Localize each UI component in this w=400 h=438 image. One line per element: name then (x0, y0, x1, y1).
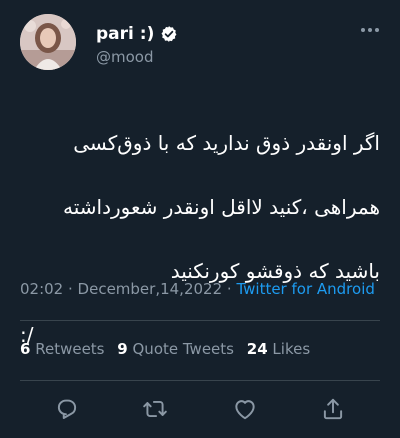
meta-separator: · (63, 280, 78, 298)
tweet-line: اگر اونقدر ذوق ندارید که با ذوق‌کسی (73, 131, 380, 155)
avatar[interactable] (20, 14, 76, 70)
more-options-icon[interactable] (360, 26, 380, 34)
tweet-meta: 02:02 · December,14,2022 · Twitter for A… (20, 280, 375, 298)
reply-icon[interactable] (54, 396, 80, 422)
tweet-stats: 6 Retweets 9 Quote Tweets 24 Likes (20, 340, 310, 358)
tweet-date[interactable]: December,14,2022 (78, 280, 223, 298)
tweet-header: pari :) @mood (20, 14, 380, 78)
tweet-line: همراهی ،کنید لااقل اونقدر شعورداشته (63, 195, 380, 219)
likes-label: Likes (272, 340, 311, 358)
retweets-count: 6 (20, 340, 31, 358)
user-handle[interactable]: @mood (96, 48, 154, 66)
likes-count: 24 (246, 340, 268, 358)
tweet-time[interactable]: 02:02 (20, 280, 63, 298)
tweet-source-link[interactable]: Twitter for Android (236, 280, 374, 298)
quotes-stat[interactable]: 9 Quote Tweets (117, 340, 234, 358)
display-name[interactable]: pari :) (96, 24, 154, 44)
divider (20, 320, 380, 321)
tweet-actions (20, 392, 380, 428)
meta-separator: · (222, 280, 237, 298)
retweets-label: Retweets (35, 340, 105, 358)
quotes-label: Quote Tweets (132, 340, 234, 358)
quotes-count: 9 (117, 340, 128, 358)
retweets-stat[interactable]: 6 Retweets (20, 340, 105, 358)
share-icon[interactable] (320, 396, 346, 422)
likes-stat[interactable]: 24 Likes (247, 340, 310, 358)
heart-icon[interactable] (232, 396, 258, 422)
retweet-icon[interactable] (142, 396, 168, 422)
divider (20, 380, 380, 381)
avatar-image (20, 14, 76, 70)
verified-badge-icon (161, 26, 177, 42)
name-row: pari :) (96, 24, 178, 44)
